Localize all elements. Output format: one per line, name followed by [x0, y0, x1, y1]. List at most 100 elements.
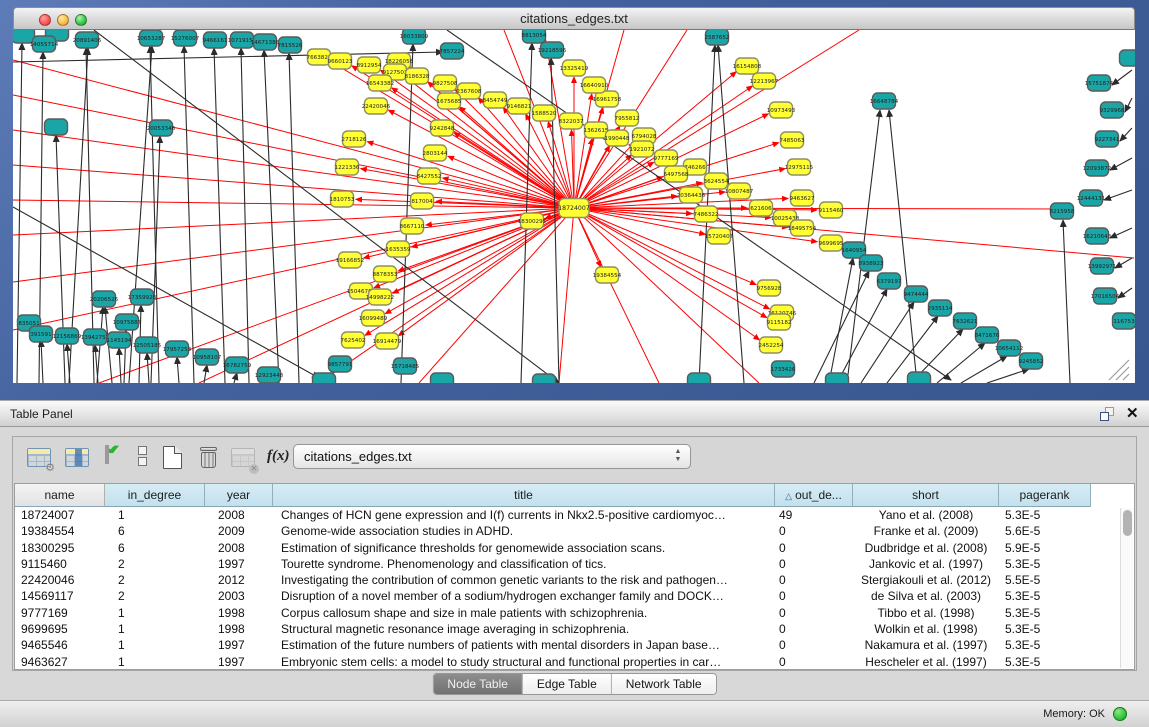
- graph-node[interactable]: 15276007: [171, 30, 200, 46]
- graph-node[interactable]: 9242848: [430, 120, 455, 136]
- graph-node[interactable]: 16154808: [733, 58, 762, 74]
- graph-node[interactable]: 1221336: [335, 159, 360, 175]
- graph-node[interactable]: 14998222: [366, 289, 394, 305]
- column-header-name[interactable]: name: [15, 484, 105, 507]
- graph-node[interactable]: 17957253: [163, 341, 192, 357]
- graph-node[interactable]: 7857224: [440, 43, 465, 59]
- graph-node[interactable]: 9699695: [819, 235, 844, 251]
- graph-node[interactable]: 18495754: [788, 220, 817, 236]
- graph-node[interactable]: 1145194: [107, 332, 132, 348]
- graph-node[interactable]: 1810753: [330, 191, 355, 207]
- graph-node[interactable]: 7632621: [953, 313, 978, 329]
- graph-node[interactable]: 8454749: [483, 92, 508, 108]
- graph-node[interactable]: 15718485: [391, 358, 420, 374]
- new-table-button[interactable]: [159, 445, 187, 471]
- graph-node[interactable]: [313, 373, 336, 383]
- graph-node[interactable]: 16914479: [373, 333, 402, 349]
- graph-node[interactable]: 10958107: [193, 349, 222, 365]
- graph-node[interactable]: 12213967: [750, 73, 779, 89]
- graph-node[interactable]: 9660123: [328, 53, 353, 69]
- graph-node[interactable]: 10653287: [137, 30, 166, 46]
- graph-node[interactable]: 16210643: [1083, 228, 1112, 244]
- table-row[interactable]: 1830029562008Estimation of significance …: [15, 540, 1134, 556]
- table-row[interactable]: 1456911722003Disruption of a novel membe…: [15, 588, 1134, 604]
- graph-node[interactable]: 9474444: [904, 286, 929, 302]
- graph-hub-node[interactable]: 18724007: [558, 199, 590, 218]
- table-selector-dropdown[interactable]: citations_edges.txt ▲▼: [293, 444, 691, 469]
- graph-node[interactable]: 2803144: [423, 145, 448, 161]
- graph-node[interactable]: 16782759: [223, 357, 252, 373]
- graph-node[interactable]: 116753: [1113, 313, 1136, 329]
- memory-ok-indicator[interactable]: [1113, 707, 1127, 721]
- graph-node[interactable]: 2452254: [759, 337, 784, 353]
- graph-node[interactable]: 7486322: [694, 206, 719, 222]
- graph-node[interactable]: 19218596: [538, 42, 567, 58]
- graph-node[interactable]: 1635359: [386, 241, 411, 257]
- graph-node[interactable]: 15751874: [1085, 75, 1114, 91]
- table-row[interactable]: 969969511998Structural magnetic resonanc…: [15, 621, 1134, 637]
- graph-node[interactable]: 9463627: [790, 190, 815, 206]
- graph-node[interactable]: 1990448: [605, 130, 630, 146]
- graph-node[interactable]: 7815526: [278, 37, 303, 53]
- graph-node[interactable]: 8938923: [859, 255, 884, 271]
- graph-node[interactable]: 9245852: [1019, 353, 1044, 369]
- graph-node[interactable]: 17016504: [1091, 288, 1120, 304]
- table-row[interactable]: 1872400712008Changes of HCN gene express…: [15, 507, 1134, 523]
- graph-node[interactable]: 621606: [750, 200, 773, 216]
- graph-node[interactable]: 15720407: [705, 228, 734, 244]
- graph-node[interactable]: 2718126: [342, 131, 367, 147]
- graph-node[interactable]: 10654112: [995, 340, 1023, 356]
- column-header-short[interactable]: short: [853, 484, 999, 507]
- graph-node[interactable]: 12975115: [785, 159, 814, 175]
- function-builder-button[interactable]: f(x): [265, 445, 293, 471]
- graph-node[interactable]: 12444131: [1077, 190, 1106, 206]
- citation-graph[interactable]: 7663822966012389129541822605891275031654…: [13, 30, 1135, 383]
- tab-node-table[interactable]: Node Table: [433, 674, 523, 695]
- graph-node[interactable]: [533, 374, 556, 383]
- table-row[interactable]: 946362711997Embryonic stem cells: a mode…: [15, 654, 1134, 669]
- column-header-out_degree[interactable]: △out_de...: [775, 484, 853, 507]
- table-scrollbar[interactable]: [1120, 508, 1133, 668]
- graph-node[interactable]: 13992971: [1088, 258, 1117, 274]
- tab-network-table[interactable]: Network Table: [612, 674, 716, 695]
- graph-node[interactable]: 16543382: [366, 75, 394, 91]
- graph-node[interactable]: [45, 119, 68, 135]
- graph-node[interactable]: 9756928: [757, 280, 782, 296]
- graph-node[interactable]: 18300295: [518, 213, 547, 229]
- graph-node[interactable]: 12505185: [133, 337, 162, 353]
- graph-node[interactable]: 7955812: [615, 110, 640, 126]
- graph-node[interactable]: 8215958: [1050, 203, 1075, 219]
- graph-node[interactable]: [908, 372, 931, 383]
- graph-node[interactable]: 19166852: [336, 252, 364, 268]
- select-all-button[interactable]: [101, 445, 129, 471]
- graph-node[interactable]: 9146821: [507, 98, 532, 114]
- delete-column-button[interactable]: [195, 445, 223, 471]
- show-columns-button[interactable]: [63, 445, 91, 471]
- scrollbar-thumb[interactable]: [1123, 510, 1132, 536]
- graph-node[interactable]: 3624554: [704, 173, 729, 189]
- graph-node[interactable]: 10807487: [725, 183, 754, 199]
- column-header-title[interactable]: title: [273, 484, 775, 507]
- graph-node[interactable]: 2935114: [928, 300, 953, 316]
- graph-node[interactable]: 6379197: [877, 273, 902, 289]
- graph-node[interactable]: 1675685: [437, 93, 462, 109]
- graph-node[interactable]: 8471676: [975, 327, 1000, 343]
- table-row[interactable]: 2242004622012Investigating the contribut…: [15, 572, 1134, 588]
- graph-node[interactable]: [431, 373, 454, 383]
- graph-node[interactable]: 7625402: [341, 332, 366, 348]
- graph-node[interactable]: 391591: [30, 326, 53, 342]
- graph-node[interactable]: 10973493: [767, 102, 796, 118]
- graph-node[interactable]: [826, 373, 849, 383]
- graph-node[interactable]: [1120, 50, 1136, 66]
- graph-node[interactable]: [688, 373, 711, 383]
- graph-node[interactable]: 16099489: [359, 310, 388, 326]
- graph-node[interactable]: 8813054: [522, 30, 547, 43]
- graph-node[interactable]: 14055714: [30, 36, 59, 52]
- graph-node[interactable]: 13325419: [560, 60, 589, 76]
- graph-node[interactable]: 16640910: [580, 77, 609, 93]
- graph-node[interactable]: 10975887: [113, 314, 142, 330]
- graph-node[interactable]: 12093872: [1083, 160, 1111, 176]
- graph-node[interactable]: 9857791: [328, 356, 353, 372]
- graph-node[interactable]: 12923448: [255, 367, 284, 383]
- table-row[interactable]: 1938455462009Genome-wide association stu…: [15, 523, 1134, 539]
